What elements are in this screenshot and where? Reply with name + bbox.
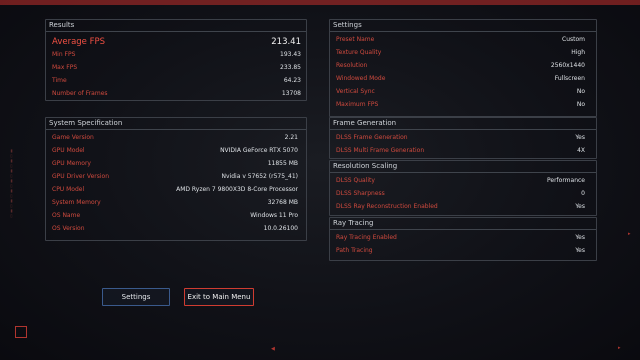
resolution-scaling-panel: Resolution Scaling DLSS Quality Performa… — [329, 160, 597, 216]
dlss-quality-value: Performance — [546, 177, 585, 184]
cpu-model-value: AMD Ryzen 7 9800X3D 8-Core Processor — [176, 186, 298, 193]
preset-name-label: Preset Name — [336, 36, 375, 43]
os-name-label: OS Name — [52, 212, 81, 219]
dlss-quality-label: DLSS Quality — [336, 177, 375, 184]
time-label: Time — [52, 77, 67, 84]
windowed-mode-label: Windowed Mode — [336, 75, 386, 82]
results-title: Results — [46, 20, 306, 32]
system-row: OS Name Windows 11 Pro — [52, 209, 298, 222]
ray-tracing-panel: Ray Tracing Ray Tracing Enabled Yes Path… — [329, 217, 597, 261]
resolution-scaling-row: DLSS Quality Performance — [336, 174, 585, 187]
cpu-model-label: CPU Model — [52, 186, 85, 193]
ray-tracing-row: Ray Tracing Enabled Yes — [336, 231, 585, 244]
settings-row: Vertical Sync No — [336, 85, 585, 98]
system-memory-label: System Memory — [52, 199, 101, 206]
frames-value: 13708 — [281, 90, 301, 97]
frame-generation-row: DLSS Frame Generation Yes — [336, 131, 585, 144]
maximum-fps-value: No — [576, 101, 585, 108]
vertical-sync-label: Vertical Sync — [336, 88, 375, 95]
bottom-left-emblem-icon — [15, 326, 27, 338]
results-row: Number of Frames 13708 — [52, 87, 301, 100]
preset-name-value: Custom — [562, 36, 585, 43]
system-memory-value: 32768 MB — [267, 199, 298, 206]
dlss-multi-frame-label: DLSS Multi Frame Generation — [336, 147, 425, 154]
ray-tracing-enabled-label: Ray Tracing Enabled — [336, 234, 397, 241]
system-row: Game Version 2.21 — [52, 131, 298, 144]
settings-title: Settings — [330, 20, 596, 32]
back-arrow-icon: ◀ — [271, 346, 275, 352]
gpu-driver-value: Nvidia v 57652 (r575_41) — [221, 173, 298, 180]
texture-quality-value: High — [571, 49, 585, 56]
ray-tracing-row: Path Tracing Yes — [336, 244, 585, 257]
path-tracing-label: Path Tracing — [336, 247, 373, 254]
dlss-ray-reconstruction-value: Yes — [575, 203, 585, 210]
system-row: GPU Memory 11855 MB — [52, 157, 298, 170]
left-edge-decoration: ▮▯▮▯▮▯▮▯▮▯▮▯▮▯ — [9, 148, 14, 218]
dlss-sharpness-value: 0 — [581, 190, 585, 197]
game-version-value: 2.21 — [284, 134, 298, 141]
frame-generation-title: Frame Generation — [330, 118, 596, 130]
results-row: Min FPS 193.43 — [52, 48, 301, 61]
system-row: GPU Model NVIDIA GeForce RTX 5070 — [52, 144, 298, 157]
settings-row: Windowed Mode Fullscreen — [336, 72, 585, 85]
system-row: System Memory 32768 MB — [52, 196, 298, 209]
bottom-right-marker-icon: ▸ — [618, 345, 621, 351]
gpu-driver-label: GPU Driver Version — [52, 173, 109, 180]
settings-row: Preset Name Custom — [336, 33, 585, 46]
settings-panel: Settings Preset Name Custom Texture Qual… — [329, 19, 597, 117]
dlss-multi-frame-value: 4X — [577, 147, 585, 154]
frames-label: Number of Frames — [52, 90, 108, 97]
max-fps-value: 233.85 — [280, 64, 301, 71]
min-fps-value: 193.43 — [280, 51, 301, 58]
resolution-scaling-row: DLSS Sharpness 0 — [336, 187, 585, 200]
top-accent-bar — [0, 0, 640, 5]
system-row: OS Version 10.0.26100 — [52, 222, 298, 235]
results-row: Time 64.23 — [52, 74, 301, 87]
os-name-value: Windows 11 Pro — [250, 212, 298, 219]
resolution-value: 2560x1440 — [550, 62, 585, 69]
ray-tracing-enabled-value: Yes — [575, 234, 585, 241]
game-version-label: Game Version — [52, 134, 94, 141]
max-fps-label: Max FPS — [52, 64, 78, 71]
results-row: Max FPS 233.85 — [52, 61, 301, 74]
windowed-mode-value: Fullscreen — [554, 75, 585, 82]
right-edge-marker-icon: ▸ — [628, 231, 631, 237]
settings-row: Resolution 2560x1440 — [336, 59, 585, 72]
ray-tracing-title: Ray Tracing — [330, 218, 596, 230]
maximum-fps-label: Maximum FPS — [336, 101, 379, 108]
dlss-frame-generation-label: DLSS Frame Generation — [336, 134, 408, 141]
time-value: 64.23 — [283, 77, 301, 84]
system-row: CPU Model AMD Ryzen 7 9800X3D 8-Core Pro… — [52, 183, 298, 196]
dlss-sharpness-label: DLSS Sharpness — [336, 190, 385, 197]
exit-to-main-menu-button[interactable]: Exit to Main Menu — [184, 288, 254, 306]
settings-button[interactable]: Settings — [102, 288, 170, 306]
min-fps-label: Min FPS — [52, 51, 76, 58]
settings-row: Texture Quality High — [336, 46, 585, 59]
system-title: System Specification — [46, 118, 306, 130]
frame-generation-row: DLSS Multi Frame Generation 4X — [336, 144, 585, 157]
gpu-memory-value: 11855 MB — [267, 160, 298, 167]
texture-quality-label: Texture Quality — [336, 49, 382, 56]
os-version-label: OS Version — [52, 225, 85, 232]
resolution-scaling-row: DLSS Ray Reconstruction Enabled Yes — [336, 200, 585, 213]
dlss-frame-generation-value: Yes — [575, 134, 585, 141]
os-version-value: 10.0.26100 — [263, 225, 298, 232]
frame-generation-panel: Frame Generation DLSS Frame Generation Y… — [329, 117, 597, 159]
gpu-model-label: GPU Model — [52, 147, 85, 154]
results-panel: Results Average FPS 213.41 Min FPS 193.4… — [45, 19, 307, 101]
vertical-sync-value: No — [576, 88, 585, 95]
gpu-model-value: NVIDIA GeForce RTX 5070 — [220, 147, 298, 154]
resolution-scaling-title: Resolution Scaling — [330, 161, 596, 173]
system-row: GPU Driver Version Nvidia v 57652 (r575_… — [52, 170, 298, 183]
dlss-ray-reconstruction-label: DLSS Ray Reconstruction Enabled — [336, 203, 438, 210]
resolution-label: Resolution — [336, 62, 368, 69]
system-panel: System Specification Game Version 2.21 G… — [45, 117, 307, 241]
settings-row: Maximum FPS No — [336, 98, 585, 111]
gpu-memory-label: GPU Memory — [52, 160, 91, 167]
path-tracing-value: Yes — [575, 247, 585, 254]
